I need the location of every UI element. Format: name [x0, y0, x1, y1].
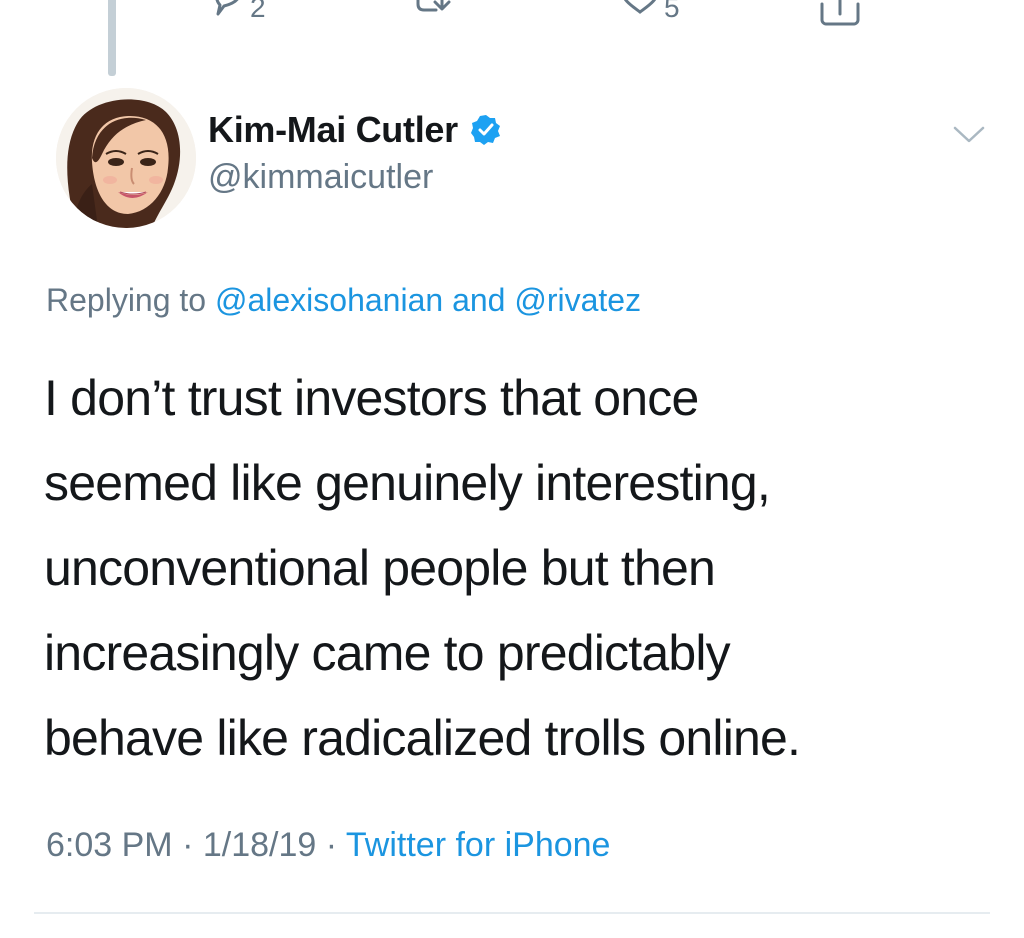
- like-button[interactable]: 5: [618, 0, 680, 26]
- author-name-row[interactable]: Kim-Mai Cutler: [208, 109, 502, 151]
- author-handle[interactable]: @kimmaicutler: [208, 158, 433, 197]
- like-count: 5: [664, 0, 680, 23]
- share-icon: [818, 0, 862, 28]
- previous-tweet-action-bar: 2 5: [0, 0, 1024, 26]
- tweet-text-line: I don’t trust investors that once: [44, 370, 699, 426]
- replying-to-line: Replying to @alexisohanian and @rivatez: [46, 282, 641, 319]
- verified-badge-icon: [470, 115, 500, 145]
- share-button[interactable]: [818, 0, 862, 28]
- tweet-text-line: unconventional people but then: [44, 540, 716, 596]
- tweet-date: 1/18/19: [202, 826, 317, 864]
- replying-joiner: and: [443, 282, 515, 318]
- tweet-time: 6:03 PM: [46, 826, 173, 864]
- meta-separator: ·: [172, 826, 203, 864]
- tweet-source-link[interactable]: Twitter for iPhone: [346, 826, 611, 864]
- meta-separator: ·: [316, 826, 346, 864]
- like-icon: [618, 0, 662, 26]
- tweet-body: I don’t trust investors that once seemed…: [44, 356, 974, 781]
- tweet-text-line: seemed like genuinely interesting,: [44, 455, 771, 511]
- reply-count: 2: [250, 0, 266, 23]
- mention-link-rivatez[interactable]: @rivatez: [514, 282, 641, 318]
- retweet-button[interactable]: [412, 0, 458, 26]
- mention-link-alexisohanian[interactable]: @alexisohanian: [215, 282, 443, 318]
- tweet-text-line: increasingly came to predictably: [44, 625, 731, 681]
- chevron-down-icon: [953, 126, 985, 143]
- reply-icon: [208, 0, 248, 26]
- retweet-icon: [412, 0, 458, 26]
- reply-button[interactable]: 2: [208, 0, 266, 26]
- author-display-name[interactable]: Kim-Mai Cutler: [208, 109, 458, 151]
- tweet-menu-button[interactable]: [952, 124, 986, 151]
- avatar-illustration: [56, 88, 196, 228]
- avatar[interactable]: [56, 88, 196, 228]
- tweet-text-line: behave like radicalized trolls online.: [44, 710, 801, 766]
- divider: [34, 912, 990, 914]
- tweet-metadata: 6:03 PM · 1/18/19 · Twitter for iPhone: [46, 826, 610, 865]
- tweet-detail-view: 2 5 Kim-Mai Cutler @kimmaicutler Replyin…: [0, 0, 1024, 938]
- replying-prefix: Replying to: [46, 282, 215, 318]
